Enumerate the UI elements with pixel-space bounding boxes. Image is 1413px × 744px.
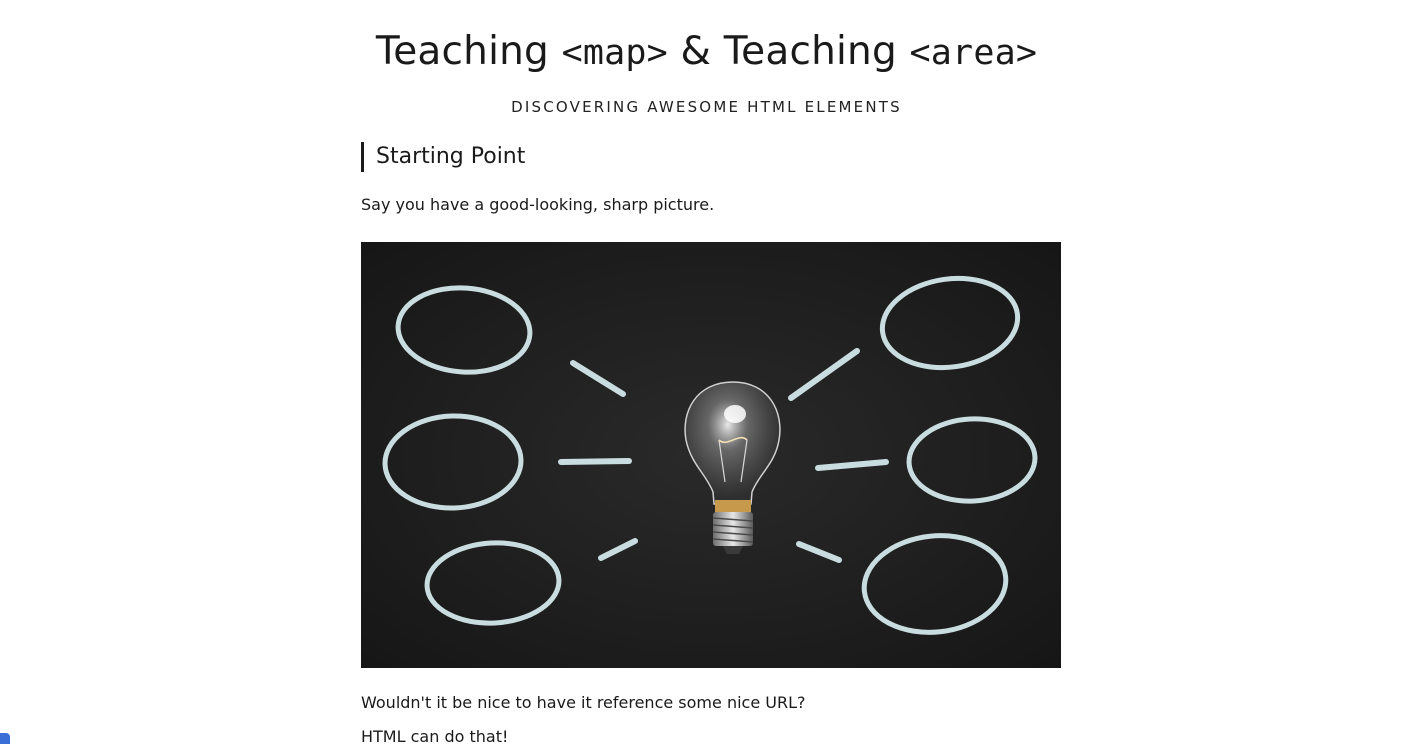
question-paragraph: Wouldn't it be nice to have it reference…: [361, 693, 806, 712]
page: Teaching <map> & Teaching <area> DISCOVE…: [0, 0, 1413, 744]
chalk-line-mid-left: [558, 458, 632, 465]
answer-paragraph: HTML can do that!: [361, 727, 509, 744]
section-heading: Starting Point: [361, 142, 1061, 172]
main-content: Starting Point Say you have a good-looki…: [361, 142, 1061, 744]
title-code-area: <area>: [909, 33, 1038, 73]
page-title: Teaching <map> & Teaching <area>: [0, 28, 1413, 77]
feedback-tab[interactable]: [0, 733, 10, 744]
page-subtitle: DISCOVERING AWESOME HTML ELEMENTS: [511, 98, 902, 116]
title-text-2: & Teaching: [667, 29, 910, 74]
title-text-1: Teaching: [375, 29, 562, 74]
title-code-map: <map>: [561, 33, 668, 73]
intro-paragraph: Say you have a good-looking, sharp pictu…: [361, 195, 715, 214]
lightbulb-chalkboard-image[interactable]: [361, 242, 1061, 668]
